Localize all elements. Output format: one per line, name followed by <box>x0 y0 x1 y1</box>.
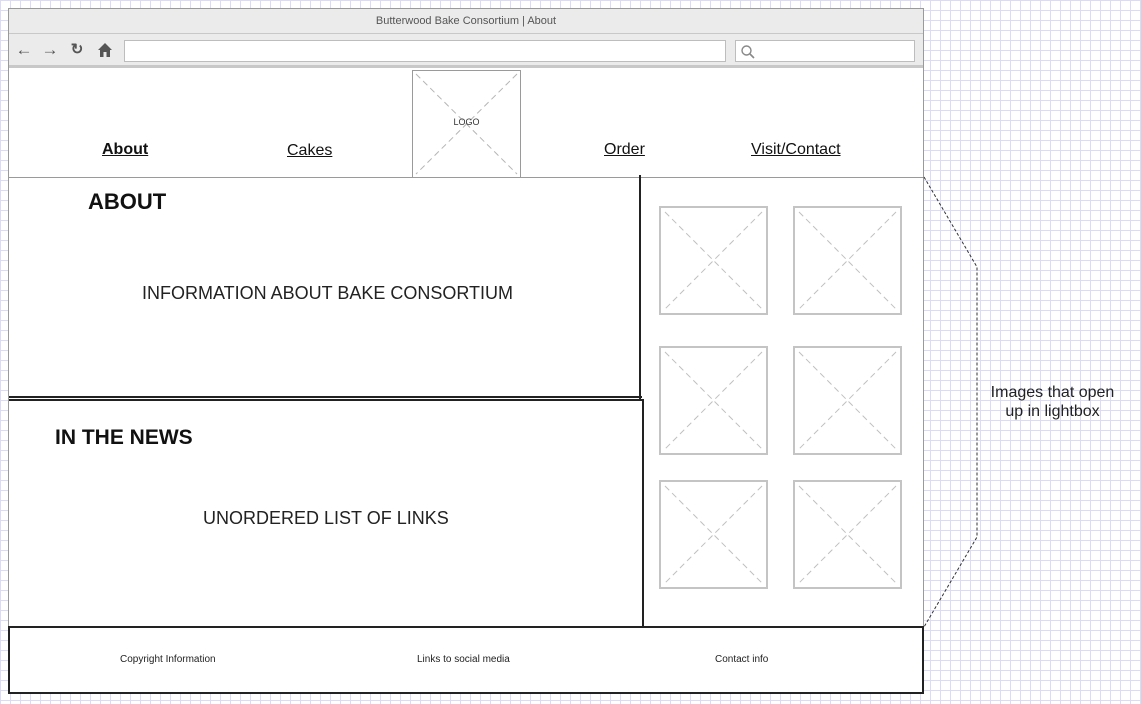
gallery-image[interactable] <box>793 206 902 315</box>
gallery-image[interactable] <box>793 480 902 589</box>
search-input[interactable] <box>735 40 915 62</box>
about-heading: ABOUT <box>88 189 167 214</box>
annotation-line: Images that open <box>990 384 1115 401</box>
footer-social-links[interactable]: Links to social media <box>417 654 510 665</box>
browser-title: Butterwood Bake Consortium | About <box>375 15 557 27</box>
gallery-image[interactable] <box>793 346 902 455</box>
placeholder-image-icon <box>664 485 763 584</box>
annotation-line: up in lightbox <box>1005 403 1100 420</box>
nav-visit-contact[interactable]: Visit/Contact <box>751 141 841 159</box>
divider <box>639 175 641 399</box>
arrow-left-icon[interactable]: ← <box>14 38 34 62</box>
reload-icon[interactable]: ↻ <box>67 38 87 62</box>
nav-about[interactable]: About <box>102 141 148 159</box>
logo-label: LOGO <box>453 117 480 127</box>
news-heading: IN THE NEWS <box>55 426 193 449</box>
divider <box>9 399 644 401</box>
gallery-image[interactable] <box>659 346 768 455</box>
placeholder-image-icon <box>798 351 897 450</box>
footer-copyright: Copyright Information <box>120 654 216 665</box>
nav-order[interactable]: Order <box>604 141 645 159</box>
logo-placeholder: LOGO <box>412 70 521 178</box>
address-bar[interactable] <box>124 40 726 62</box>
placeholder-image-icon <box>798 485 897 584</box>
divider <box>642 399 644 627</box>
placeholder-image-icon <box>664 211 763 310</box>
footer-contact-info: Contact info <box>715 654 769 665</box>
browser-title-bar: Butterwood Bake Consortium | About <box>9 9 923 34</box>
placeholder-image-icon <box>664 351 763 450</box>
about-text: INFORMATION ABOUT BAKE CONSORTIUM <box>142 283 514 303</box>
news-links-list: UNORDERED LIST OF LINKS <box>203 508 449 528</box>
gallery-image[interactable] <box>659 206 768 315</box>
gallery-image[interactable] <box>659 480 768 589</box>
divider <box>9 396 642 398</box>
placeholder-image-icon <box>798 211 897 310</box>
home-icon[interactable] <box>95 38 115 62</box>
search-icon <box>741 45 755 59</box>
arrow-right-icon[interactable]: → <box>40 38 60 62</box>
annotation-note: Images that open up in lightbox <box>975 383 1130 421</box>
nav-cakes[interactable]: Cakes <box>287 142 332 160</box>
